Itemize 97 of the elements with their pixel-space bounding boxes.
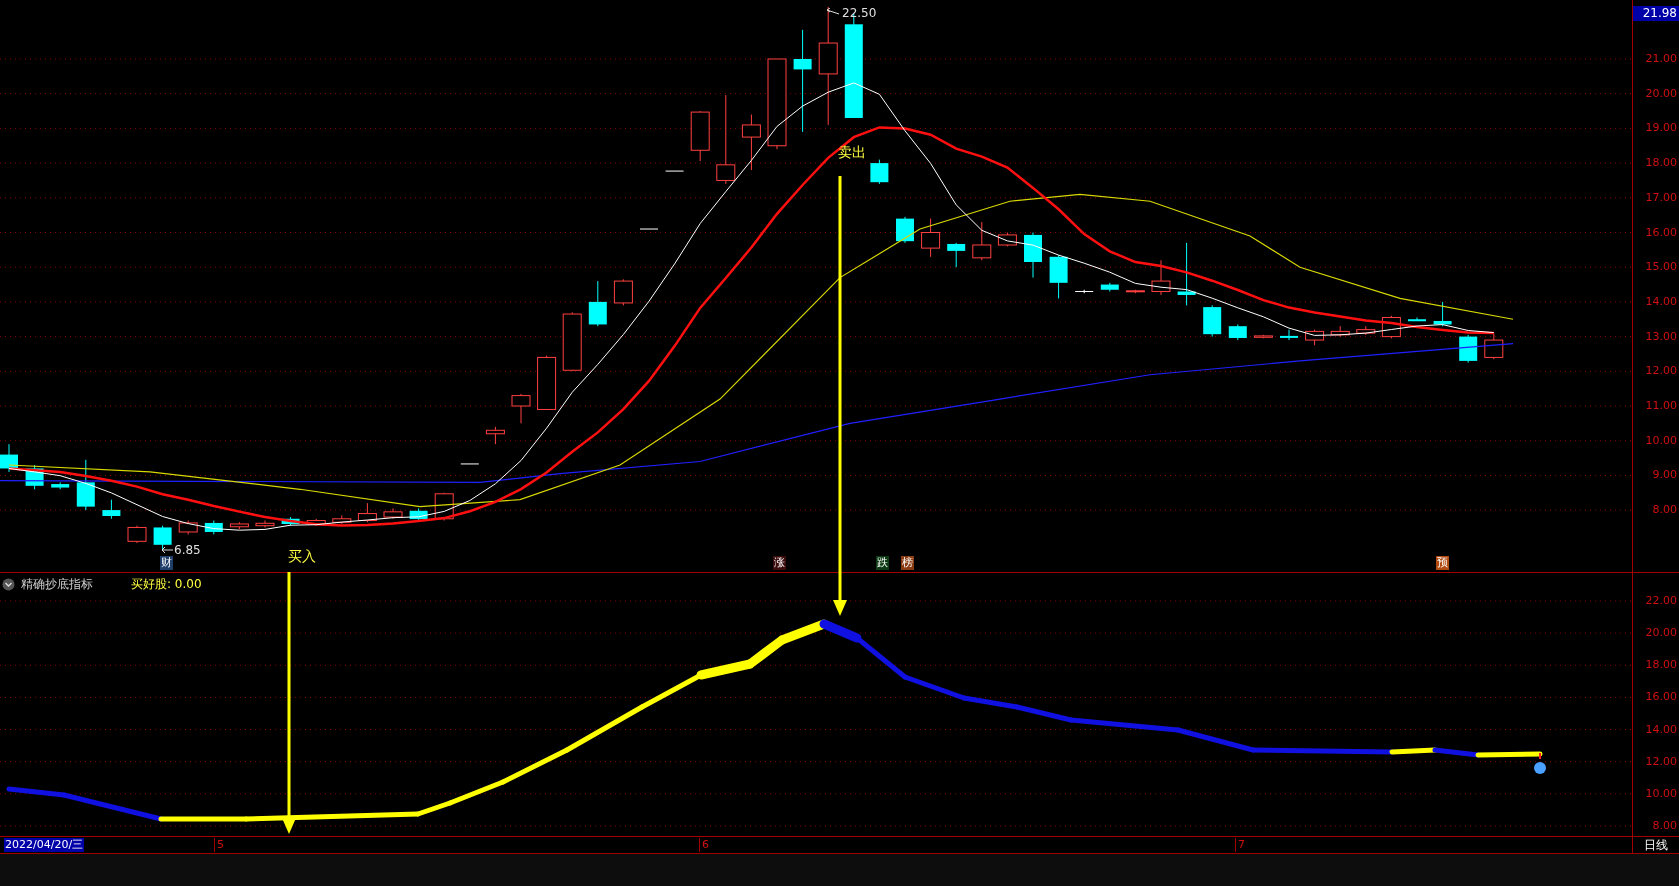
axis-label: 12.00 [1645,755,1677,768]
candlestick [25,464,44,490]
candlestick [357,502,377,523]
candlestick [383,507,403,520]
candlestick [229,521,249,530]
axis-label: 9.00 [1652,469,1677,482]
signal-tag: 预 [1436,556,1449,570]
candlestick [741,114,761,171]
candlestick [896,216,914,244]
month-label: 5 [214,838,224,852]
candlestick [409,507,428,521]
axis-label: 13.00 [1645,330,1677,343]
high-price-label: 22.50 [842,5,877,22]
axis-label: 15.00 [1645,261,1677,274]
candlestick [153,525,172,551]
candlestick [921,218,941,258]
axis-label: 16.00 [1645,691,1677,704]
month-label: 7 [1235,838,1245,852]
signal-tag: 涨 [773,556,786,570]
candlestick [281,516,300,527]
candlestick [1125,289,1145,294]
candlestick [1330,325,1350,338]
signal-annotation: 卖出 [838,144,866,160]
candlestick [1074,289,1094,294]
axis-label: 8.00 [1652,504,1677,517]
candlestick [947,242,966,268]
date-label: 2022/04/20/三 [4,838,85,852]
pointer-arrow-icon [161,545,173,555]
candlestick [690,110,710,162]
candlestick [613,278,633,306]
candlestick [1459,334,1478,364]
candlestick [204,520,223,535]
axis-label: 21.00 [1645,53,1677,65]
low-price-label: 6.85 [174,542,201,559]
axis-label: 11.00 [1645,400,1677,412]
axis-label: 14.00 [1645,723,1677,736]
axis-label: 16.00 [1645,226,1677,239]
candlestick [1484,332,1504,360]
candlestick [1024,232,1042,279]
candlestick [639,228,659,230]
candlestick [1356,325,1376,336]
axis-label: 14.00 [1645,295,1677,308]
axis-label: 19.00 [1645,122,1677,135]
axis-label: 20.00 [1645,87,1677,100]
end-dot-icon [1534,752,1546,774]
axis-label: 18.00 [1645,659,1677,672]
candlestick [178,520,198,535]
candlestick [51,481,70,490]
candlestick [460,463,480,465]
axis-label: 12.00 [1645,365,1677,378]
candlestick [511,393,531,424]
candlestick [665,170,685,172]
indicator-title: 精确抄底指标 [21,576,93,593]
down-arrow-icon [833,176,847,616]
candlestick [255,520,275,528]
candlestick [1151,259,1171,296]
candlestick [1100,282,1119,292]
candlestick [997,232,1017,247]
candlestick [1408,317,1426,322]
indicator-value: 买好股: 0.00 [131,576,202,593]
candlestick [1049,254,1068,299]
candlestick [1280,329,1298,341]
axis-label: 22.00 [1645,595,1677,607]
signal-tag: 跌 [876,556,889,570]
candlestick [1433,301,1452,327]
axis-label: 20.00 [1645,627,1677,640]
signal-tag: 财 [160,556,173,570]
axis-label: 18.00 [1645,157,1677,170]
axis-label: 8.00 [1652,819,1677,832]
candlestick [1203,304,1222,338]
period-label[interactable]: 日线 [1632,837,1679,853]
candlestick [102,499,121,520]
candlestick [306,518,326,527]
candlestick [588,280,607,327]
candlestick [332,514,352,525]
pointer-arrow-icon [826,8,840,18]
signal-tag: 榜 [901,556,914,570]
collapse-icon[interactable] [2,577,15,591]
candlestick [1253,334,1273,339]
candlestick [1305,329,1325,346]
candlestick [485,426,505,445]
axis-label: 17.00 [1645,191,1677,204]
candlestick [0,443,18,473]
candlestick [537,355,557,410]
axis-label: 10.00 [1645,434,1677,447]
signal-annotation: 买入 [288,548,316,564]
axis-label: 10.00 [1645,787,1677,800]
current-price-badge: 21.98 [1633,6,1679,21]
month-label: 6 [699,838,709,852]
candlestick [972,221,992,261]
candlestick [870,159,889,185]
candlestick [76,459,95,511]
candlestick [1228,323,1247,341]
candlestick [127,525,147,544]
candlestick [1177,242,1196,306]
down-arrow-icon [282,572,296,834]
candlestick [562,311,582,372]
